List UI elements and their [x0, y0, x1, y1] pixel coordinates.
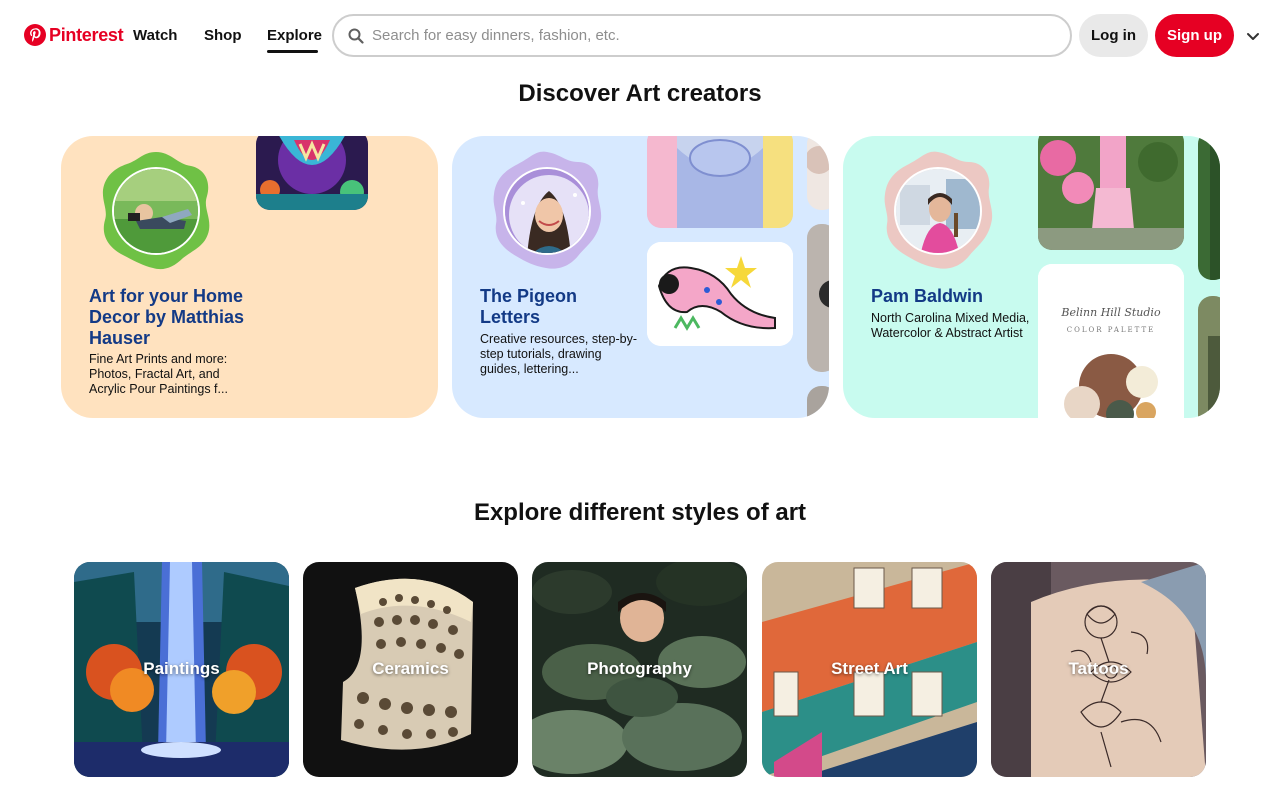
creator-pin-thumbnail[interactable] [1198, 296, 1220, 418]
active-tab-underline [267, 50, 318, 53]
creator-pin-thumbnail[interactable]: Belinn Hill Studio COLOR PALETTE [1038, 264, 1184, 418]
top-nav-bar: Pinterest Watch Shop Explore Log in Sign… [0, 0, 1280, 72]
styles-section-title: Explore different styles of art [473, 499, 807, 526]
search-icon [348, 28, 364, 44]
creator-avatar-frame [99, 150, 213, 272]
style-tile-label: Paintings [143, 659, 220, 678]
signup-button[interactable]: Sign up [1155, 14, 1234, 57]
creator-avatar-frame [490, 150, 604, 272]
creator-card-matthias-hauser[interactable]: Art for your Home Decor by Matthias Haus… [61, 136, 438, 418]
style-tile-tattoos[interactable]: Tattoos [991, 562, 1206, 777]
nav-watch-link[interactable]: Watch [133, 27, 177, 44]
creator-pin-thumbnail[interactable] [807, 224, 829, 372]
chevron-down-icon[interactable] [1244, 27, 1262, 45]
palette-caption: COLOR PALETTE [1067, 326, 1155, 334]
pinterest-logo[interactable]: Pinterest [24, 23, 124, 47]
creator-pin-thumbnail[interactable] [647, 136, 793, 228]
palette-script-text: Belinn Hill Studio [1060, 306, 1161, 319]
creator-description: Fine Art Prints and more: Photos, Fracta… [89, 352, 228, 396]
style-tile-label: Photography [587, 659, 692, 678]
creator-pin-thumbnail[interactable] [807, 386, 829, 418]
creators-section-title: Discover Art creators [518, 80, 762, 107]
creator-avatar [112, 167, 200, 255]
creator-name: Art for your Home Decor by Matthias Haus… [89, 286, 245, 348]
style-tile-label: Tattoos [1068, 659, 1129, 678]
nav-explore-link[interactable]: Explore [267, 27, 322, 44]
creator-pin-thumbnail[interactable] [807, 136, 829, 210]
creator-name: The Pigeon Letters [480, 286, 578, 327]
creator-description: North Carolina Mixed Media, Watercolor &… [871, 311, 1030, 340]
creator-card-pigeon-letters[interactable]: The Pigeon Letters Creative resources, s… [452, 136, 829, 418]
creator-name: Pam Baldwin [871, 286, 984, 306]
style-tile-street-art[interactable]: Street Art [762, 562, 977, 777]
style-tile-label: Street Art [831, 659, 908, 678]
style-tile-photography[interactable]: Photography [532, 562, 747, 777]
pinterest-wordmark: Pinterest [49, 24, 124, 45]
pinterest-logo-icon [24, 24, 46, 46]
creator-avatar [894, 167, 982, 255]
creator-pin-thumbnail[interactable] [1198, 136, 1220, 280]
creator-pin-thumbnail[interactable] [1038, 136, 1184, 250]
search-input[interactable] [372, 27, 1022, 44]
creator-avatar-frame [881, 150, 995, 272]
creator-avatar [503, 167, 591, 255]
login-button[interactable]: Log in [1079, 14, 1148, 57]
style-tile-ceramics[interactable]: Ceramics [303, 562, 518, 777]
nav-shop-link[interactable]: Shop [204, 27, 242, 44]
creator-pin-thumbnail[interactable] [256, 136, 368, 210]
creator-card-pam-baldwin[interactable]: Belinn Hill Studio COLOR PALETTE Pam Bal… [843, 136, 1220, 418]
creator-pin-thumbnail[interactable] [647, 242, 793, 346]
style-tile-label: Ceramics [372, 659, 449, 678]
search-bar[interactable] [332, 14, 1072, 57]
creator-description: Creative resources, step-by-step tutoria… [480, 332, 638, 376]
style-tile-paintings[interactable]: Paintings [74, 562, 289, 777]
